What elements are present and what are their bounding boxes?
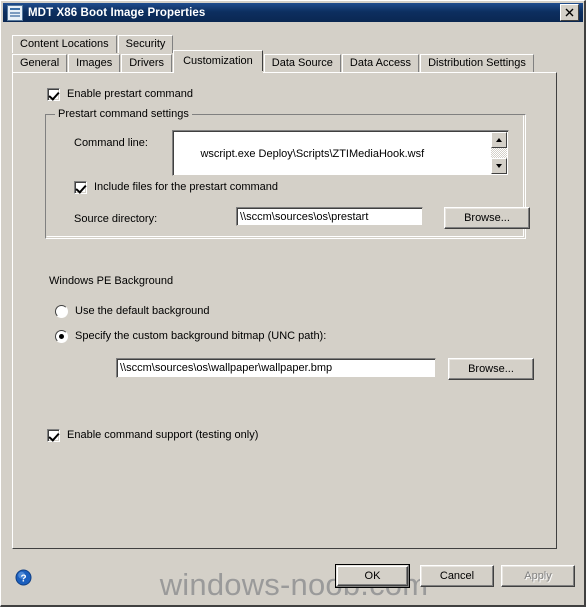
include-files-checkbox[interactable]: Include files for the prestart command	[74, 181, 278, 194]
command-line-label: Command line:	[74, 137, 148, 149]
command-line-input[interactable]: wscript.exe Deploy\Scripts\ZTIMediaHook.…	[172, 130, 509, 176]
radio-specify-custom-background[interactable]: Specify the custom background bitmap (UN…	[55, 330, 326, 343]
site-watermark: windows-noob.com	[159, 567, 429, 602]
source-directory-input[interactable]: \\sccm\sources\os\prestart	[236, 207, 423, 226]
scroll-down-icon[interactable]	[491, 158, 507, 174]
tab-label: Drivers	[129, 57, 165, 69]
winpe-background-heading: Windows PE Background	[49, 275, 174, 287]
tab-data-access[interactable]: Data Access	[341, 54, 420, 72]
enable-prestart-command-checkbox[interactable]: Enable prestart command	[47, 88, 193, 101]
enable-command-support-checkbox[interactable]: Enable command support (testing only)	[47, 429, 258, 442]
tab-row-bottom: General Images Drivers Customization Dat…	[12, 50, 535, 74]
prestart-command-settings-group: Prestart command settings Command line: …	[45, 108, 530, 239]
tab-images[interactable]: Images	[68, 54, 121, 72]
button-label: Browse...	[464, 212, 510, 224]
window-title: MDT X86 Boot Image Properties	[28, 6, 206, 19]
radio-use-default-background[interactable]: Use the default background	[55, 305, 210, 318]
source-directory-value: \\sccm\sources\os\prestart	[240, 211, 369, 223]
browse-source-directory-button[interactable]: Browse...	[444, 207, 530, 229]
tab-label: General	[20, 57, 60, 69]
button-label: Browse...	[468, 363, 514, 375]
tab-label: Distribution Settings	[428, 57, 526, 69]
checkbox-glyph	[47, 88, 60, 101]
close-icon[interactable]	[560, 4, 579, 21]
radio-glyph	[55, 305, 68, 318]
properties-dialog: MDT X86 Boot Image Properties Content Lo…	[0, 0, 586, 607]
button-label: Cancel	[439, 570, 475, 582]
help-question-icon[interactable]: ?	[15, 569, 32, 586]
tab-label: Data Source	[271, 57, 333, 69]
button-label: Apply	[524, 570, 552, 582]
radio-glyph	[55, 330, 68, 343]
checkbox-glyph	[47, 429, 60, 442]
button-label: OK	[364, 570, 381, 582]
source-directory-label: Source directory:	[74, 213, 158, 225]
tab-distribution-settings[interactable]: Distribution Settings	[420, 54, 534, 72]
background-bitmap-path-input[interactable]: \\sccm\sources\os\wallpaper\wallpaper.bm…	[116, 358, 436, 378]
checkbox-glyph	[74, 181, 87, 194]
tab-general[interactable]: General	[12, 54, 68, 72]
background-bitmap-path-value: \\sccm\sources\os\wallpaper\wallpaper.bm…	[120, 362, 333, 374]
tab-security[interactable]: Security	[117, 35, 174, 53]
enable-prestart-command-label: Enable prestart command	[67, 88, 193, 100]
cancel-button[interactable]: Cancel	[420, 565, 494, 587]
scroll-up-icon[interactable]	[491, 132, 507, 148]
tab-label: Security	[125, 38, 166, 50]
enable-command-support-label: Enable command support (testing only)	[67, 429, 259, 441]
group-title: Prestart command settings	[55, 108, 192, 120]
tab-drivers[interactable]: Drivers	[121, 54, 173, 72]
browse-background-bitmap-button[interactable]: Browse...	[448, 358, 534, 380]
include-files-label: Include files for the prestart command	[94, 181, 279, 193]
properties-document-icon	[7, 4, 23, 21]
tab-label: Customization	[183, 55, 253, 67]
svg-text:?: ?	[20, 573, 26, 584]
radio-label: Use the default background	[75, 305, 210, 317]
tab-customization[interactable]: Customization	[173, 50, 263, 74]
tab-label: Images	[76, 57, 113, 69]
tab-row-top: Content Locations Security	[12, 35, 174, 53]
tab-data-source[interactable]: Data Source	[263, 54, 341, 72]
ok-button[interactable]: OK	[335, 564, 410, 588]
customization-tab-panel: Enable prestart command Prestart command…	[12, 72, 557, 549]
title-bar: MDT X86 Boot Image Properties	[3, 3, 583, 22]
tab-label: Content Locations	[20, 38, 109, 50]
tab-label: Data Access	[349, 57, 412, 69]
apply-button[interactable]: Apply	[501, 565, 575, 587]
command-line-scrollbar[interactable]	[491, 132, 507, 174]
command-line-value: wscript.exe Deploy\Scripts\ZTIMediaHook.…	[200, 148, 425, 160]
radio-label: Specify the custom background bitmap (UN…	[75, 330, 327, 342]
tab-content-locations[interactable]: Content Locations	[12, 35, 117, 53]
